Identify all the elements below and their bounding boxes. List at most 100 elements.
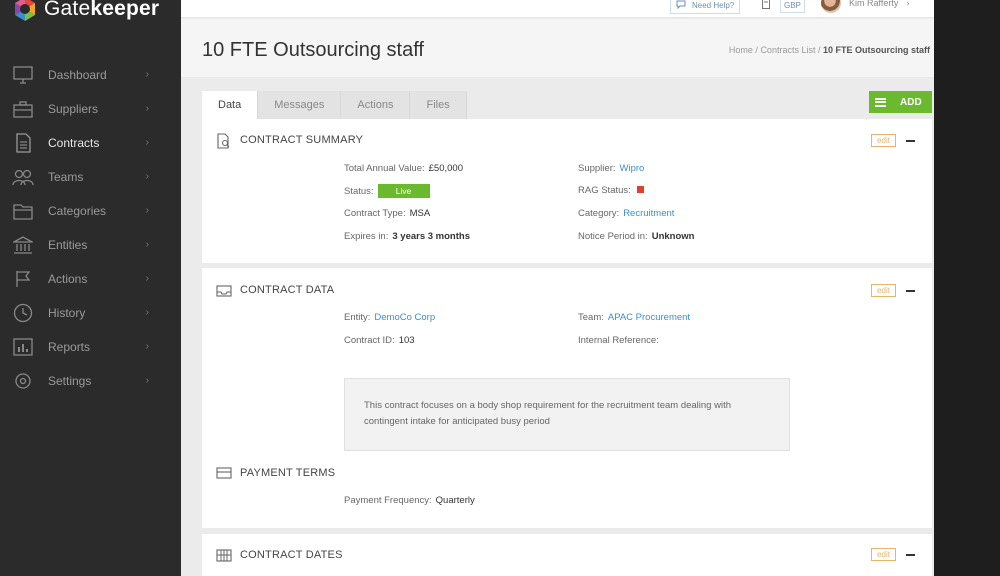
sidebar-item-actions[interactable]: Actions › (0, 262, 181, 296)
briefcase-icon (12, 98, 34, 120)
breadcrumb-contracts-list[interactable]: Contracts List (760, 45, 815, 55)
sidebar-item-label: Settings (48, 374, 92, 388)
contract-summary-panel: CONTRACT SUMMARY edit Total Annual Value… (202, 119, 932, 263)
collapse-contract-data-button[interactable] (906, 290, 915, 292)
sidebar-item-teams[interactable]: Teams › (0, 160, 181, 194)
team-link[interactable]: APAC Procurement (608, 312, 690, 323)
sidebar: Gatekeeper Dashboard › Suppliers › Contr… (0, 0, 181, 576)
chevron-right-icon: › (145, 273, 149, 284)
sidebar-item-entities[interactable]: Entities › (0, 228, 181, 262)
sidebar-item-label: Dashboard (48, 68, 107, 82)
contract-id: Contract ID: 103 (344, 335, 415, 346)
sidebar-item-suppliers[interactable]: Suppliers › (0, 92, 181, 126)
section-title: PAYMENT TERMS (240, 467, 336, 479)
chat-icon (676, 0, 686, 11)
contract-data-panel: CONTRACT DATA edit Entity: DemoCo Corp Co… (202, 268, 932, 528)
brand-name: Gatekeeper (44, 0, 160, 20)
chevron-right-icon: › (145, 341, 149, 352)
sidebar-item-label: History (48, 306, 86, 320)
status-field: Status: Live (344, 184, 430, 198)
document-icon (12, 132, 34, 154)
sidebar-item-label: Entities (48, 238, 88, 252)
user-menu[interactable]: Kim Rafferty › (821, 0, 910, 13)
edit-dates-button[interactable]: edit (871, 548, 896, 561)
currency-selector[interactable]: GBP (758, 0, 809, 14)
rag-status-indicator (636, 186, 644, 193)
chevron-right-icon: › (145, 171, 149, 182)
payment-terms-header: PAYMENT TERMS (216, 466, 335, 480)
page-header: 10 FTE Outsourcing staff Home / Contract… (181, 19, 934, 77)
edit-contract-data-button[interactable]: edit (871, 284, 896, 297)
breadcrumb-home[interactable]: Home (729, 45, 753, 55)
chevron-right-icon: › (906, 0, 910, 8)
category-link[interactable]: Recruitment (623, 208, 674, 219)
status-badge: Live (377, 184, 430, 198)
sidebar-item-categories[interactable]: Categories › (0, 194, 181, 228)
top-bar: Need Help? GBP Kim Rafferty › (181, 0, 934, 18)
category-field: Category: Recruitment (578, 208, 675, 219)
gatekeeper-logo-icon (10, 0, 40, 24)
menu-icon (875, 97, 886, 107)
sidebar-item-label: Teams (48, 170, 84, 184)
document-search-icon (216, 133, 232, 149)
edit-summary-button[interactable]: edit (871, 134, 896, 147)
tab-data[interactable]: Data (202, 91, 259, 119)
tab-files[interactable]: Files (410, 91, 467, 119)
chevron-right-icon: › (145, 375, 149, 386)
user-name: Kim Rafferty (849, 0, 899, 8)
monitor-icon (12, 64, 34, 86)
add-button[interactable]: ADD (869, 91, 932, 113)
expires-in: Expires in: 3 years 3 months (344, 231, 470, 242)
chevron-right-icon: › (145, 103, 149, 114)
sidebar-item-dashboard[interactable]: Dashboard › (0, 58, 181, 92)
sidebar-item-history[interactable]: History › (0, 296, 181, 330)
collapse-summary-button[interactable] (906, 140, 915, 142)
sidebar-item-contracts[interactable]: Contracts › (0, 126, 181, 160)
collapse-dates-button[interactable] (906, 554, 915, 556)
tab-actions[interactable]: Actions (341, 91, 411, 119)
contract-dates-header: CONTRACT DATES (216, 548, 343, 562)
sidebar-item-label: Actions (48, 272, 88, 286)
tab-messages[interactable]: Messages (258, 91, 342, 119)
contract-type: Contract Type: MSA (344, 208, 431, 219)
help-label: Need Help? (692, 0, 735, 10)
card-icon (216, 466, 232, 480)
internal-reference: Internal Reference: (578, 335, 659, 346)
sidebar-item-label: Suppliers (48, 102, 99, 116)
calculator-icon (762, 0, 770, 11)
currency-label: GBP (780, 0, 805, 13)
add-label: ADD (900, 96, 922, 108)
supplier-field: Supplier: Wipro (578, 163, 645, 174)
contract-data-header: CONTRACT DATA (216, 283, 334, 297)
brand[interactable]: Gatekeeper (10, 0, 159, 24)
chevron-right-icon: › (145, 205, 149, 216)
clock-icon (12, 302, 34, 324)
section-title: CONTRACT SUMMARY (240, 134, 364, 146)
calendar-icon (216, 548, 232, 562)
sidebar-item-settings[interactable]: Settings › (0, 364, 181, 398)
chevron-right-icon: › (145, 307, 149, 318)
supplier-link[interactable]: Wipro (620, 163, 645, 174)
team-field: Team: APAC Procurement (578, 312, 691, 323)
tab-bar: Data Messages Actions Files (202, 91, 467, 119)
main-content: Need Help? GBP Kim Rafferty › 10 FTE Out… (181, 0, 934, 576)
section-title: CONTRACT DATES (240, 549, 343, 561)
breadcrumb-current: 10 FTE Outsourcing staff (822, 45, 930, 55)
folder-icon (12, 200, 34, 222)
notice-period: Notice Period in: Unknown (578, 231, 695, 242)
help-button[interactable]: Need Help? (670, 0, 741, 14)
chevron-right-icon: › (145, 137, 149, 148)
page-title: 10 FTE Outsourcing staff (202, 39, 424, 61)
sidebar-item-label: Categories (48, 204, 107, 218)
contract-dates-panel: CONTRACT DATES edit (202, 534, 932, 576)
payment-frequency: Payment Frequency: Quarterly (344, 495, 475, 506)
entity-field: Entity: DemoCo Corp (344, 312, 436, 323)
section-title: CONTRACT DATA (240, 284, 335, 296)
sidebar-item-reports[interactable]: Reports › (0, 330, 181, 364)
people-icon (12, 166, 34, 188)
avatar (821, 0, 841, 13)
entity-link[interactable]: DemoCo Corp (374, 312, 435, 323)
flag-icon (12, 268, 34, 290)
inbox-icon (216, 283, 232, 297)
contract-summary-header: CONTRACT SUMMARY (216, 133, 364, 149)
